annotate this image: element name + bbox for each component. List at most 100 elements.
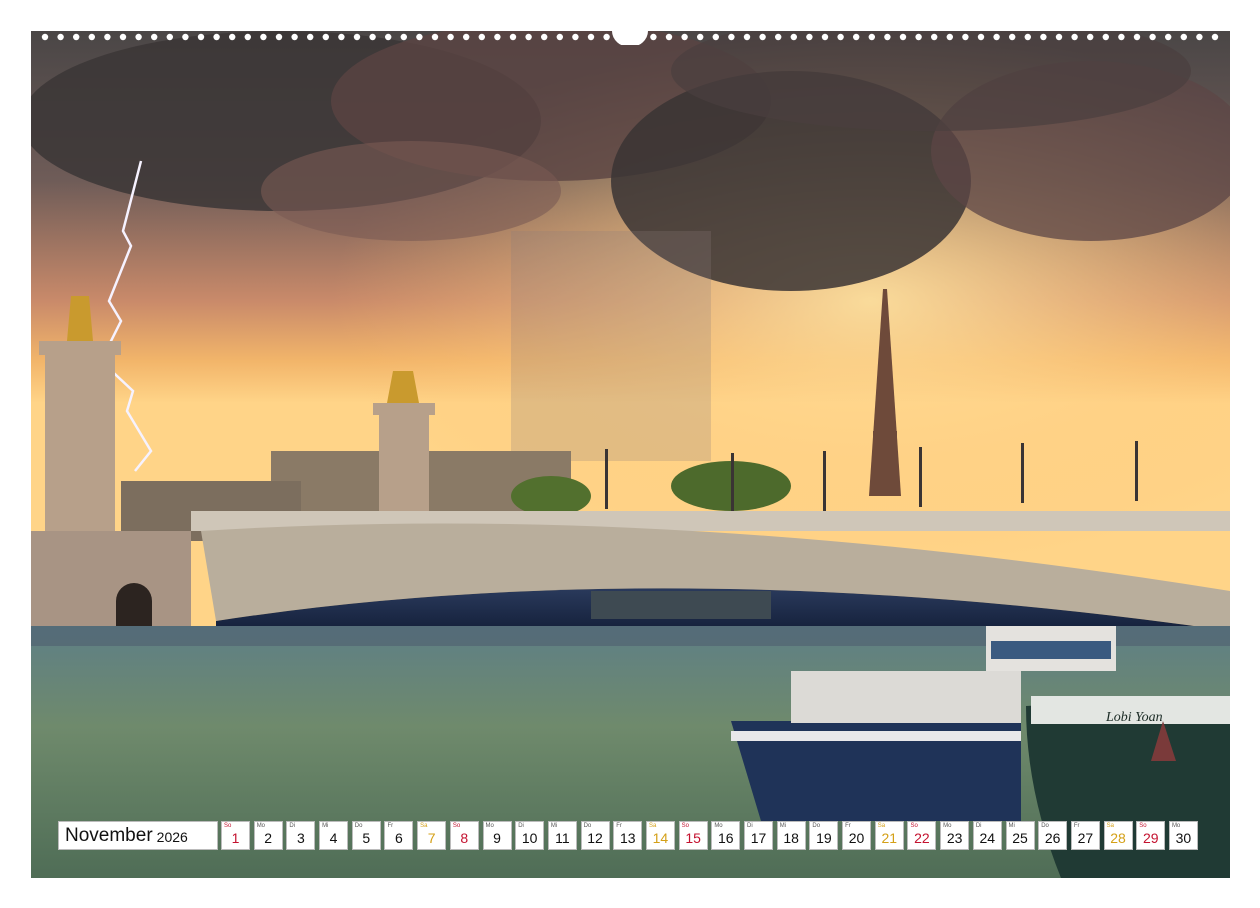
binding-hole [41,33,49,41]
binding-hole [291,33,298,41]
day-cell: Fr 6 [384,821,414,850]
day-cell: Sa 28 [1103,821,1133,850]
binding-hole [244,33,251,41]
binding-hole [650,33,657,41]
binding-hole [73,33,80,41]
weekday-abbrev: Fr [387,823,394,829]
binding-hole [681,33,688,41]
binding-hole [182,33,189,41]
weekday-abbrev: So [1139,823,1147,829]
binding-hole [977,33,985,41]
weekday-abbrev: Mi [1008,823,1015,829]
weekday-abbrev: So [452,823,461,829]
binding-hole [1040,33,1047,41]
weekday-abbrev: So [681,823,689,829]
day-number: 3 [296,830,305,846]
binding-hole [275,33,283,41]
binding-hole [821,33,829,41]
day-number: 9 [493,830,501,846]
weekday-abbrev: Mi [322,823,329,829]
spiral-binding [41,31,1219,45]
binding-hole [775,33,782,41]
weekday-abbrev: So [910,823,918,829]
day-number: 24 [979,830,996,846]
binding-hole [463,33,470,41]
weekday-abbrev: Fr [616,823,622,829]
day-number: 1 [231,830,240,846]
weekday-abbrev: Di [747,823,753,829]
binding-hole [1009,33,1016,41]
day-cell: Do 19 [809,821,839,850]
weekday-abbrev: Sa [420,823,428,829]
weekday-abbrev: Fr [1073,823,1080,829]
binding-hole [57,33,64,41]
binding-hole [837,33,844,41]
day-cell: So 22 [907,821,937,850]
day-cell: Sa 7 [417,821,447,850]
binding-hole [307,33,314,41]
binding-hole [868,33,875,41]
weekday-abbrev: Mi [550,823,558,829]
binding-hole [322,33,329,41]
day-cell: Mo 2 [253,821,283,850]
day-cell: Mi 4 [319,821,349,850]
day-cell: Mi 18 [776,821,806,850]
binding-hole [104,33,111,41]
binding-hole [962,33,969,41]
binding-hole [790,33,797,41]
weekday-abbrev: Sa [877,823,886,829]
day-number: 6 [395,830,403,846]
binding-hole [1211,33,1219,41]
binding-hole [541,33,548,41]
binding-hole [88,33,95,41]
paris-storm-photo: Lobi Yoan [31,31,1230,878]
day-number: 5 [362,830,371,846]
binding-hole [853,33,860,41]
binding-hole [400,33,407,41]
day-cell: Do 26 [1038,821,1068,850]
day-cell: Fr 20 [842,821,872,850]
binding-hole [712,33,719,41]
day-cell: Mi 11 [547,821,577,850]
binding-hole [197,33,205,41]
day-number: 7 [427,830,436,846]
binding-hole [1118,33,1125,41]
day-number: 19 [816,830,832,846]
day-number: 2 [264,830,273,846]
binding-hole [166,33,173,41]
day-cells: So 1 Mo 2 Di 3 Mi 4 Do 5 Fr 6 Sa 7 So 8 Mo 9 Di 10 Mi 11 Do 12 F… [221,821,1202,850]
weekday-abbrev: Mo [1171,823,1181,829]
calendar-page: Lobi Yoan November 2026 So 1 Mo 2 Di 3 Mi 4 Do 5 F… [0,0,1260,908]
binding-hole [478,33,485,41]
boat-name-text: Lobi Yoan [1105,710,1163,725]
weekday-abbrev: Sa [1106,823,1114,829]
binding-hole [1102,33,1110,41]
binding-hole [1196,33,1203,41]
day-number: 23 [946,830,963,846]
binding-hole [587,33,595,41]
binding-hole [603,33,610,41]
binding-hole [369,33,376,41]
weekday-abbrev: So [224,823,232,829]
binding-hole [1149,33,1156,41]
binding-hole [431,33,439,41]
binding-hole [946,33,953,41]
month-name: November [65,824,153,846]
weekday-abbrev: Di [289,823,296,829]
weekday-abbrev: Mo [256,823,266,829]
hanger-notch [612,31,648,45]
binding-hole [416,33,423,41]
weekday-abbrev: Sa [648,823,657,829]
day-cell: Mo 23 [940,821,970,850]
binding-hole [525,33,532,41]
day-cell: Do 5 [351,821,381,850]
weekday-abbrev: Di [975,823,982,829]
binding-hole [1024,33,1031,41]
day-cell: Di 24 [972,821,1002,850]
day-cell: Mi 25 [1005,821,1035,850]
photo-illustration: Lobi Yoan [31,31,1230,878]
day-cell: Di 17 [744,821,773,850]
binding-hole [806,33,813,41]
binding-hole [1071,33,1078,41]
binding-hole [665,33,673,41]
